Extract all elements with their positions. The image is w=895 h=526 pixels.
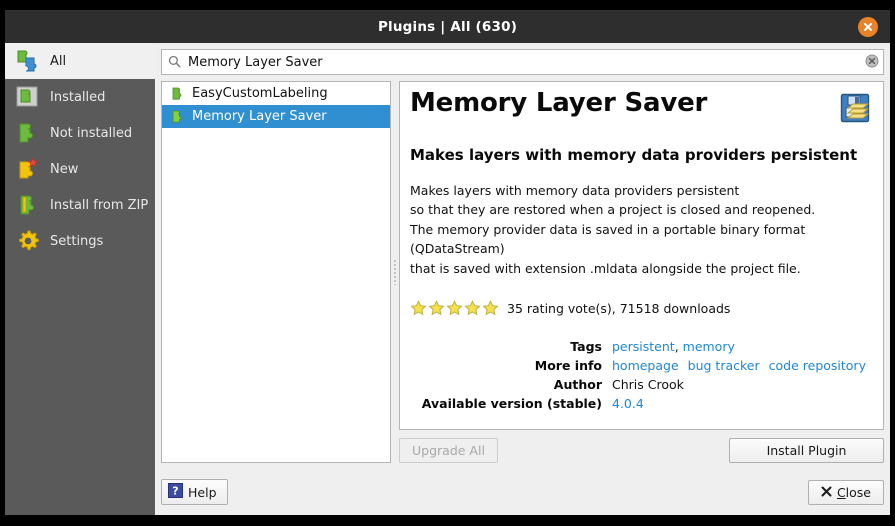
gear-icon (15, 228, 41, 254)
rating-text: 35 rating vote(s), 71518 downloads (507, 300, 731, 316)
install-plugin-button[interactable]: Install Plugin (729, 438, 884, 463)
list-item-selected[interactable]: Memory Layer Saver (162, 105, 390, 128)
metadata-row-version: Available version (stable) 4.0.4 (410, 394, 866, 413)
puzzle-zip-icon (15, 192, 41, 218)
sidebar-item-not-installed[interactable]: Not installed (5, 115, 155, 151)
search-input[interactable] (188, 54, 865, 70)
metadata-row-more-info: More info homepage bug tracker code reposi… (410, 356, 866, 375)
author-value: Chris Crook (612, 376, 684, 392)
sidebar-item-settings[interactable]: Settings (5, 223, 155, 259)
page-title: Memory Layer Saver (410, 88, 708, 118)
description-line: The memory provider data is saved in a p… (410, 221, 806, 237)
action-buttons: Upgrade All Install Plugin (399, 438, 884, 463)
search-bar[interactable] (161, 49, 884, 75)
bug-tracker-link[interactable]: bug tracker (688, 358, 760, 373)
bottom-bar: ? Help Close (5, 469, 890, 515)
rating-row: 35 rating vote(s), 71518 downloads (410, 300, 873, 317)
star-icon (410, 300, 427, 316)
puzzle-not-installed-icon (15, 120, 41, 146)
close-mnemonic: C (836, 484, 846, 500)
content-split: EasyCustomLabeling Memory Layer Saver Me… (161, 81, 884, 463)
star-icon (446, 300, 463, 316)
star-icon (482, 300, 499, 316)
more-info-label: More info (534, 357, 602, 373)
plugin-list[interactable]: EasyCustomLabeling Memory Layer Saver (161, 81, 391, 463)
metadata-row-author: Author Chris Crook (410, 375, 866, 394)
close-button[interactable]: Close (807, 479, 884, 505)
tag-link[interactable]: persistent (612, 339, 675, 354)
x-icon (821, 485, 832, 500)
sidebar-item-label: New (50, 161, 79, 177)
homepage-link[interactable]: homepage (612, 358, 679, 373)
star-rating (410, 300, 499, 317)
code-repository-link[interactable]: code repository (769, 358, 866, 373)
plugin-title-row: Memory Layer Saver (410, 88, 873, 128)
tags-label: Tags (570, 338, 602, 354)
version-link[interactable]: 4.0.4 (612, 396, 644, 411)
splitter-grip (394, 259, 396, 285)
help-label: Help (188, 484, 217, 500)
window-title: Plugins | All (630) (377, 18, 518, 35)
description-line: so that they are restored when a project… (410, 202, 816, 218)
close-label: Close (837, 485, 871, 500)
close-rest: lose (845, 484, 871, 500)
sidebar-item-label: Install from ZIP (50, 197, 149, 213)
plugins-dialog: Plugins | All (630) All Installed Not in… (5, 10, 890, 515)
upgrade-all-button[interactable]: Upgrade All (399, 438, 498, 463)
puzzle-icon (170, 109, 185, 124)
floppy-layers-icon (839, 92, 873, 128)
bottom-buttons: ? Help Close (161, 479, 884, 505)
tags-separator: , (674, 338, 683, 354)
plugin-description: Makes layers with memory data providers … (410, 181, 873, 278)
dialog-body: All Installed Not installed New Install … (5, 43, 890, 469)
search-icon (168, 53, 182, 72)
sidebar-item-installed[interactable]: Installed (5, 79, 155, 115)
sidebar: All Installed Not installed New Install … (5, 43, 155, 469)
star-icon (464, 300, 481, 316)
list-item-label: EasyCustomLabeling (192, 86, 328, 101)
clear-icon[interactable] (865, 53, 879, 72)
plugin-detail: Memory Layer Saver Makes layers with mem… (399, 81, 884, 430)
sidebar-item-all[interactable]: All (5, 43, 155, 79)
puzzle-icon (170, 86, 185, 101)
description-line: Makes layers with memory data providers … (410, 183, 740, 198)
sidebar-bottom-filler (5, 469, 155, 515)
author-label: Author (553, 376, 602, 392)
sidebar-item-install-from-zip[interactable]: Install from ZIP (5, 187, 155, 223)
sidebar-item-label: All (50, 53, 67, 69)
list-item-label: Memory Layer Saver (192, 109, 327, 124)
description-line: that is saved with extension .mldata alo… (410, 260, 801, 276)
sidebar-item-label: Settings (50, 233, 104, 249)
description-line: (QDataStream) (410, 241, 505, 257)
more-info-value: homepage bug tracker code repository (612, 356, 866, 375)
help-button[interactable]: ? Help (161, 479, 228, 505)
tag-link[interactable]: memory (683, 339, 735, 354)
version-value: 4.0.4 (612, 394, 866, 413)
version-label: Available version (stable) (421, 395, 602, 411)
svg-text:?: ? (172, 485, 178, 498)
detail-pane-wrap: Memory Layer Saver Makes layers with mem… (399, 81, 884, 463)
metadata-row-tags: Tags persistent, memory (410, 337, 866, 356)
sidebar-item-label: Installed (50, 89, 106, 105)
sidebar-item-label: Not installed (50, 125, 133, 141)
window-close-button[interactable] (858, 16, 878, 37)
tags-value: persistent, memory (612, 337, 866, 356)
star-icon (428, 300, 445, 316)
plugin-subtitle: Makes layers with memory data providers … (410, 146, 858, 164)
plugin-metadata: Tags persistent, memory More info homepa… (410, 337, 866, 413)
panel-splitter[interactable] (391, 81, 399, 463)
main-pane: EasyCustomLabeling Memory Layer Saver (155, 43, 890, 469)
sidebar-item-new[interactable]: New (5, 151, 155, 187)
puzzle-installed-icon (15, 84, 41, 110)
list-item[interactable]: EasyCustomLabeling (162, 82, 390, 105)
bottom-bar-right: ? Help Close (155, 469, 890, 515)
puzzle-all-icon (15, 48, 41, 74)
close-icon (864, 22, 872, 31)
title-bar: Plugins | All (630) (5, 10, 890, 43)
help-icon: ? (168, 483, 183, 501)
puzzle-new-icon (15, 156, 41, 182)
